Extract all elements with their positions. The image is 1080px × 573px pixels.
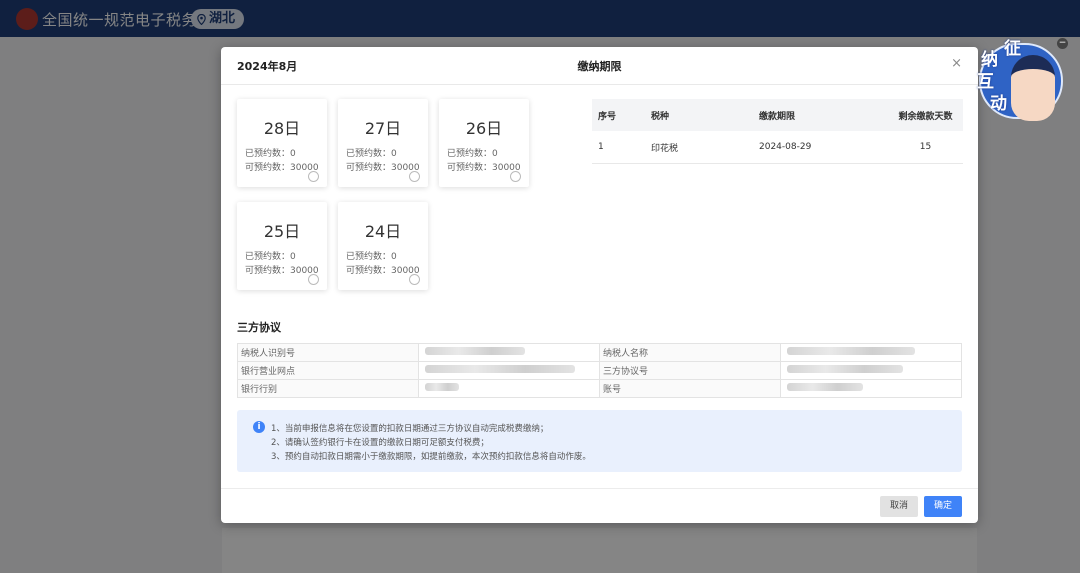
booked-count: 已预约数：0: [447, 149, 498, 159]
day-radio[interactable]: [409, 171, 420, 182]
payment-deadline-table: 序号 税种 缴款期限 剩余缴款天数 1 印花税 2024-08-29 15: [592, 99, 963, 164]
day-radio[interactable]: [308, 171, 319, 182]
cell-deadline: 2024-08-29: [758, 131, 888, 164]
day-card-27[interactable]: 27日 已预约数：0 可预约数：30000: [338, 99, 428, 187]
day-radio[interactable]: [308, 274, 319, 285]
taxpayer-name-value: [780, 343, 962, 362]
info-icon: i: [253, 421, 265, 433]
minimize-icon[interactable]: −: [1057, 38, 1068, 49]
agreement-no-value: [780, 361, 962, 380]
bank-branch-label: 银行营业网点: [237, 361, 419, 380]
bank-category-label: 银行行别: [237, 379, 419, 398]
section-title-agreement: 三方协议: [237, 321, 281, 334]
redacted-value: [787, 347, 915, 355]
day-label: 27日: [364, 119, 402, 138]
col-header-days-left: 剩余缴款天数: [888, 99, 963, 131]
payment-deadline-dialog: 2024年8月 缴纳期限 × 28日 已预约数：0 可预约数：30000 27日…: [221, 47, 978, 523]
taxpayer-id-label: 纳税人识别号: [237, 343, 419, 362]
col-header-deadline: 缴款期限: [758, 99, 888, 131]
redacted-value: [425, 383, 459, 391]
notice-line-3: 3、预约自动扣款日期需小于缴款期限，如提前缴款，本次预约扣款信息将自动作废。: [271, 452, 591, 462]
day-card-25[interactable]: 25日 已预约数：0 可预约数：30000: [237, 202, 327, 290]
day-label: 26日: [465, 119, 503, 138]
table-row: 银行行别 账号: [237, 379, 962, 398]
booked-count: 已预约数：0: [245, 252, 296, 262]
account-value: [780, 379, 962, 398]
day-label: 24日: [364, 222, 402, 241]
col-header-index: 序号: [592, 99, 650, 131]
dialog-header: 2024年8月 缴纳期限 ×: [221, 47, 978, 85]
day-radio[interactable]: [409, 274, 420, 285]
cell-tax-type: 印花税: [650, 131, 758, 164]
table-row: 银行营业网点 三方协议号: [237, 361, 962, 380]
booked-count: 已预约数：0: [346, 149, 397, 159]
interaction-widget[interactable]: 征 纳 互 动 −: [977, 33, 1069, 121]
redacted-value: [787, 383, 863, 391]
agreement-no-label: 三方协议号: [599, 361, 781, 380]
cancel-button[interactable]: 取消: [880, 496, 918, 517]
redacted-value: [425, 365, 575, 373]
taxpayer-name-label: 纳税人名称: [599, 343, 781, 362]
cell-days-left: 15: [888, 131, 963, 164]
notice-line-2: 2、请确认签约银行卡在设置的缴款日期可足额支付税费；: [271, 438, 489, 448]
day-card-26[interactable]: 26日 已预约数：0 可预约数：30000: [439, 99, 529, 187]
table-header-row: 序号 税种 缴款期限 剩余缴款天数: [592, 99, 963, 131]
redacted-value: [787, 365, 903, 373]
bank-category-value: [418, 379, 600, 398]
dialog-footer: 取消 确定: [221, 488, 978, 524]
day-card-28[interactable]: 28日 已预约数：0 可预约数：30000: [237, 99, 327, 187]
available-count: 可预约数：30000: [245, 266, 319, 276]
available-count: 可预约数：30000: [346, 163, 420, 173]
notice-line-1: 1、当前申报信息将在您设置的扣款日期通过三方协议自动完成税费缴纳；: [271, 424, 549, 434]
booked-count: 已预约数：0: [245, 149, 296, 159]
day-card-24[interactable]: 24日 已预约数：0 可预约数：30000: [338, 202, 428, 290]
redacted-value: [425, 347, 525, 355]
day-radio[interactable]: [510, 171, 521, 182]
available-count: 可预约数：30000: [245, 163, 319, 173]
taxpayer-id-value: [418, 343, 600, 362]
tripartite-agreement-table: 纳税人识别号 纳税人名称 银行营业网点 三方协议号 银行行别 账号: [237, 343, 962, 398]
tax-officer-mascot-icon: [1011, 55, 1055, 121]
day-label: 28日: [263, 119, 301, 138]
bank-branch-value: [418, 361, 600, 380]
close-icon[interactable]: ×: [951, 56, 962, 71]
widget-char: 动: [990, 94, 1007, 114]
available-count: 可预约数：30000: [346, 266, 420, 276]
cell-index: 1: [592, 131, 650, 164]
table-row: 1 印花税 2024-08-29 15: [592, 131, 963, 164]
col-header-tax-type: 税种: [650, 99, 758, 131]
notice-box: i 1、当前申报信息将在您设置的扣款日期通过三方协议自动完成税费缴纳； 2、请确…: [237, 410, 962, 472]
day-label: 25日: [263, 222, 301, 241]
account-label: 账号: [599, 379, 781, 398]
available-count: 可预约数：30000: [447, 163, 521, 173]
widget-char: 征: [1004, 39, 1021, 59]
booked-count: 已预约数：0: [346, 252, 397, 262]
confirm-button[interactable]: 确定: [924, 496, 962, 517]
dialog-title: 缴纳期限: [577, 60, 622, 73]
table-row: 纳税人识别号 纳税人名称: [237, 343, 962, 362]
